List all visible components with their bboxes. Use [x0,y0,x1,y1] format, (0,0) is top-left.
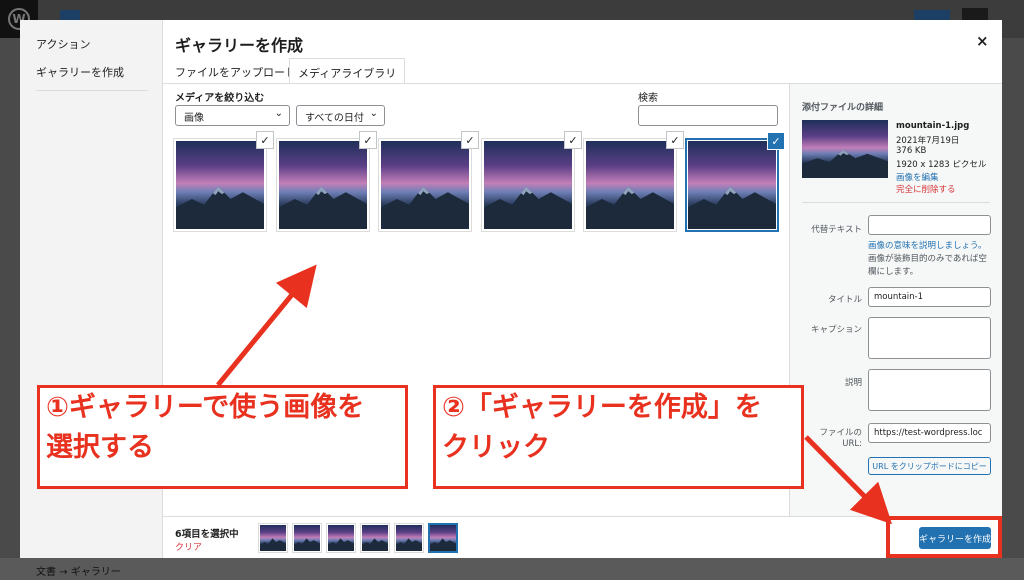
arrow-to-images [216,264,317,387]
annotation-arrows [216,264,893,525]
arrow-to-create-button [804,435,893,525]
